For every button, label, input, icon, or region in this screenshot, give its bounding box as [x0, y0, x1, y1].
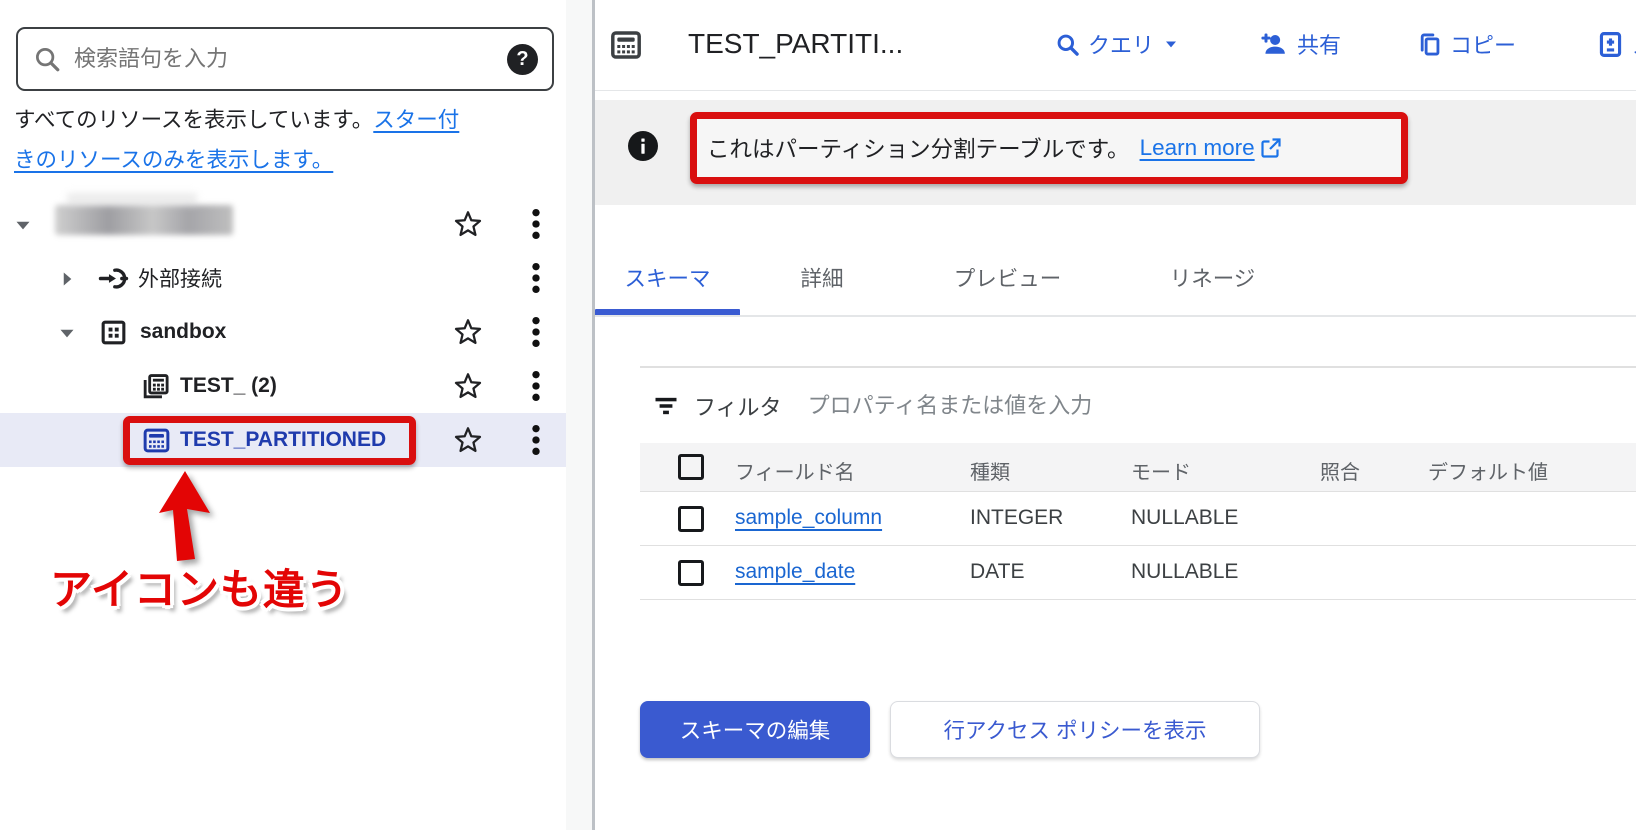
star-icon[interactable]	[452, 208, 484, 240]
info-icon	[628, 131, 658, 161]
tab-schema[interactable]: スキーマ	[595, 244, 740, 310]
annotation-red-box-sidebar	[123, 416, 416, 465]
note-text: すべてのリソースを表示しています。	[14, 108, 373, 132]
external-connection-icon	[98, 263, 129, 294]
search-input[interactable]	[74, 46, 507, 72]
filter-input[interactable]	[808, 393, 1636, 419]
dropdown-caret-icon	[1161, 34, 1181, 54]
schema-table-header: フィールド名 種類 モード 照合 デフォルト値	[640, 443, 1636, 492]
star-icon[interactable]	[452, 316, 484, 348]
table-row: sample_date DATE NULLABLE	[640, 546, 1636, 600]
star-icon[interactable]	[452, 424, 484, 456]
banner-text: これはパーティション分割テーブルです。	[707, 132, 1130, 164]
tree-label: TEST_ (2)	[180, 374, 277, 398]
search-icon	[32, 44, 62, 74]
more-menu-icon[interactable]	[526, 369, 546, 403]
caret-down-icon[interactable]	[54, 320, 78, 344]
share-button-label: 共有	[1297, 28, 1341, 60]
caret-right-icon[interactable]	[54, 266, 78, 290]
annotation-text: アイコンも違う	[50, 556, 349, 617]
partitioned-table-icon	[608, 27, 644, 63]
resource-note: すべてのリソースを表示しています。スター付 きのリソースのみを表示します。	[14, 100, 554, 180]
field-mode: NULLABLE	[1131, 560, 1238, 584]
field-type: DATE	[970, 560, 1024, 584]
tree-label: sandbox	[140, 320, 226, 344]
tab-label: プレビュー	[954, 262, 1062, 293]
starred-only-link[interactable]: スター付	[373, 108, 459, 132]
copy-button-label: コピー	[1450, 28, 1516, 60]
more-menu-icon[interactable]	[526, 315, 546, 349]
filter-icon	[652, 392, 680, 420]
column-header-type: 種類	[970, 456, 1010, 485]
tab-label: リネージ	[1170, 262, 1256, 293]
tab-label: 詳細	[800, 262, 843, 293]
tree-row-sandbox-dataset[interactable]: sandbox	[0, 305, 566, 359]
tree-label: 外部接続	[138, 263, 222, 293]
annotation-red-box-banner: これはパーティション分割テーブルです。 Learn more	[690, 112, 1408, 184]
star-icon[interactable]	[452, 370, 484, 402]
tree-row-external-connections[interactable]: 外部接続	[0, 251, 566, 305]
bigquery-console: ? すべてのリソースを表示しています。スター付 きのリソースのみを表示します。 …	[0, 0, 1636, 830]
schema-filter-row: フィルタ	[640, 368, 1636, 443]
field-type: INTEGER	[970, 506, 1063, 530]
snapshot-button-label: スナップショット	[1632, 28, 1636, 60]
dataset-icon	[98, 317, 129, 348]
tree-row-project[interactable]	[0, 197, 566, 251]
more-menu-icon[interactable]	[526, 207, 546, 241]
show-row-access-policies-button[interactable]: 行アクセス ポリシーを表示	[890, 701, 1260, 758]
tree-row-test-table[interactable]: TEST_ (2)	[0, 359, 566, 413]
more-menu-icon[interactable]	[526, 423, 546, 457]
help-icon[interactable]: ?	[507, 44, 538, 75]
annotation-arrow-up	[146, 467, 226, 565]
filter-label: フィルタ	[694, 390, 782, 422]
select-all-checkbox[interactable]	[678, 454, 704, 480]
tab-label: スキーマ	[624, 262, 710, 293]
column-header-collation: 照合	[1320, 456, 1360, 485]
explorer-sidebar: ? すべてのリソースを表示しています。スター付 きのリソースのみを表示します。 …	[0, 0, 566, 830]
copy-button[interactable]: コピー	[1416, 28, 1516, 60]
tab-details[interactable]: 詳細	[752, 244, 892, 310]
snapshot-button[interactable]: スナップショット	[1596, 28, 1636, 60]
column-header-field: フィールド名	[735, 456, 855, 485]
share-button[interactable]: 共有	[1258, 28, 1341, 60]
caret-down-icon[interactable]	[10, 212, 34, 236]
tabs-divider	[595, 315, 1636, 317]
project-name-blurred	[55, 205, 233, 235]
field-name-link[interactable]: sample_date	[735, 560, 855, 584]
field-name-link[interactable]: sample_column	[735, 506, 882, 530]
learn-more-link[interactable]: Learn more	[1140, 135, 1283, 161]
filter-toggle[interactable]: フィルタ	[652, 390, 782, 422]
row-checkbox[interactable]	[678, 560, 704, 586]
edit-schema-button[interactable]: スキーマの編集	[640, 701, 870, 758]
more-menu-icon[interactable]	[526, 261, 546, 295]
column-header-mode: モード	[1131, 456, 1191, 485]
query-button-label: クエリ	[1088, 28, 1154, 60]
external-link-icon	[1259, 136, 1283, 160]
tab-lineage[interactable]: リネージ	[1120, 244, 1305, 310]
tab-preview[interactable]: プレビュー	[915, 244, 1100, 310]
sidebar-scroll-gutter	[566, 0, 592, 830]
learn-more-label: Learn more	[1140, 135, 1255, 161]
column-header-default: デフォルト値	[1428, 456, 1548, 485]
table-row: sample_column INTEGER NULLABLE	[640, 492, 1636, 546]
page-title: TEST_PARTITI...	[688, 28, 903, 60]
field-mode: NULLABLE	[1131, 506, 1238, 530]
query-button[interactable]: クエリ	[1054, 28, 1181, 60]
starred-only-link-2[interactable]: きのリソースのみを表示します。	[14, 148, 333, 172]
table-icon	[140, 371, 171, 402]
row-checkbox[interactable]	[678, 506, 704, 532]
resource-search-box[interactable]: ?	[16, 27, 554, 91]
